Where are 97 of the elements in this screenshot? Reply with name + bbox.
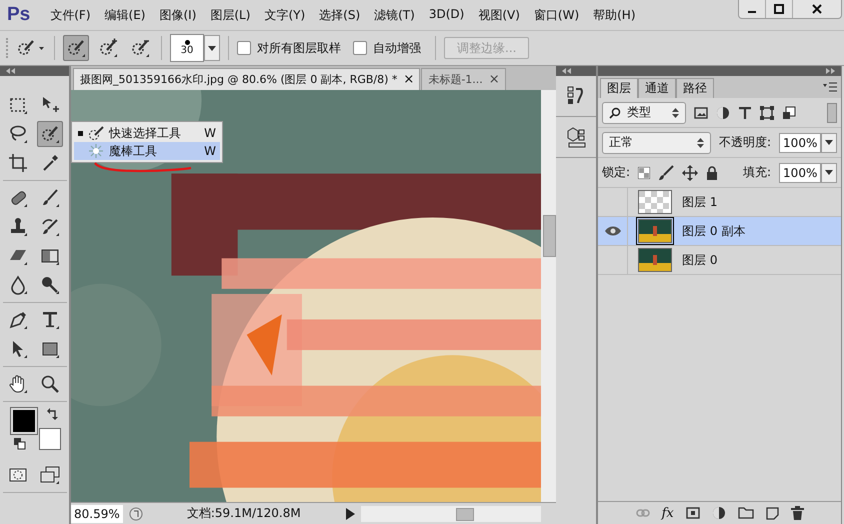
app-logo: Ps	[7, 4, 30, 26]
lock-transparency-icon[interactable]	[638, 166, 650, 178]
document-title: 未标题-1...	[428, 72, 483, 87]
panel-tab[interactable]: 路径	[676, 78, 714, 98]
layer-thumbnail	[638, 190, 672, 214]
vertical-scrollbar[interactable]	[541, 90, 556, 502]
layer-name: 图层 1	[682, 194, 718, 210]
caret-icon	[208, 46, 216, 50]
close-icon	[811, 3, 823, 15]
menu-item[interactable]: 滤镜(T)	[374, 6, 415, 24]
smart-object-filter-icon[interactable]	[782, 106, 796, 120]
search-icon	[609, 106, 621, 118]
adjustment-layer-icon[interactable]	[712, 506, 726, 520]
menu-item[interactable]: 图层(L)	[210, 6, 250, 24]
close-tab-button[interactable]: ×	[488, 72, 500, 87]
fill-field[interactable]: 100%	[779, 162, 822, 182]
background-color-swatch[interactable]	[38, 428, 60, 450]
menu-item-label: 快速选择工具	[109, 124, 182, 142]
scroll-thumb[interactable]	[543, 215, 556, 257]
checkbox[interactable]	[353, 41, 367, 55]
zoom-field[interactable]: 80.59%	[71, 504, 123, 522]
document-title: 摄图网_501359166水印.jpg @ 80.6% (图层 0 副本, RGB/8) *	[80, 72, 398, 87]
panel-tab[interactable]: 通道	[638, 78, 676, 98]
lock-position-icon[interactable]	[682, 164, 698, 180]
layer-row[interactable]: 图层 0	[598, 246, 842, 275]
menu-item[interactable]: 帮助(H)	[593, 6, 636, 24]
menu-item[interactable]: 3D(D)	[428, 6, 464, 24]
maximize-icon	[773, 3, 785, 15]
layer-filter-dropdown[interactable]: 类型	[602, 102, 686, 124]
menu-item[interactable]: 图像(I)	[159, 6, 196, 24]
shortcut-key: W	[204, 126, 216, 140]
new-layer-icon[interactable]	[766, 506, 779, 520]
layer-name: 图层 0 副本	[682, 222, 746, 240]
minimize-icon	[748, 11, 756, 13]
filter-toggle[interactable]	[827, 102, 838, 122]
close-tab-button[interactable]: ×	[403, 72, 414, 87]
trash-icon[interactable]	[790, 506, 804, 520]
dropdown-button[interactable]	[204, 35, 220, 61]
layer-thumbnail	[638, 248, 672, 272]
shortcut-key: W	[204, 144, 216, 158]
brush-size-picker[interactable]: 30	[170, 34, 204, 62]
lock-icon[interactable]	[706, 166, 718, 180]
quick-select-icon	[88, 125, 104, 141]
opacity-field[interactable]: 100%	[779, 132, 822, 152]
lock-pixels-icon[interactable]	[658, 164, 674, 180]
layer-row[interactable]: 图层 0 副本	[598, 217, 842, 246]
play-arrow-icon[interactable]	[344, 508, 355, 520]
flyout-menu-item[interactable]: 快速选择工具 W	[74, 124, 220, 142]
menu-item[interactable]: 视图(V)	[478, 6, 520, 24]
layer-name: 图层 0	[682, 252, 718, 268]
dropdown-button[interactable]	[821, 162, 838, 182]
history-icon[interactable]	[566, 85, 586, 107]
default-colors-icon[interactable]	[14, 438, 26, 450]
panel-menu-icon[interactable]	[823, 82, 838, 92]
3d-cube-icon[interactable]	[566, 126, 586, 148]
menu-item[interactable]: 编辑(E)	[104, 6, 146, 24]
foreground-color-swatch[interactable]	[10, 408, 36, 434]
dropdown-button[interactable]	[821, 132, 838, 152]
menu-item-label: 魔棒工具	[109, 142, 158, 160]
image-filter-icon[interactable]	[694, 106, 708, 120]
document-info: 文档:59.1M/120.8M	[186, 505, 302, 522]
shape-filter-icon[interactable]	[760, 106, 774, 120]
lock-label: 锁定:	[602, 164, 630, 181]
panel-tab[interactable]: 图层	[600, 78, 638, 98]
flyout-menu-item[interactable]: 魔棒工具 W	[74, 142, 220, 160]
checkbox[interactable]	[237, 41, 251, 55]
layer-thumbnail	[638, 219, 672, 243]
caret-icon	[825, 170, 834, 175]
new-selection-button[interactable]	[63, 35, 89, 61]
layer-style-button[interactable]: fx	[662, 506, 674, 520]
scroll-thumb[interactable]	[456, 508, 474, 520]
menu-item[interactable]: 窗口(W)	[534, 6, 580, 24]
checkbox-label: 对所有图层取样	[257, 40, 341, 56]
menu-item[interactable]: 选择(S)	[319, 6, 360, 24]
quick-select-tool-icon[interactable]	[36, 121, 62, 147]
adjustment-filter-icon[interactable]	[716, 106, 730, 120]
fill-label: 填充:	[743, 164, 772, 181]
tool-preset-picker[interactable]	[16, 38, 46, 58]
document-tab[interactable]: 未标题-1... ×	[421, 68, 506, 90]
expand-icon[interactable]	[825, 68, 836, 74]
swap-colors-icon[interactable]	[46, 408, 58, 420]
menu-item[interactable]: 文件(F)	[50, 6, 91, 24]
checkbox-label: 自动增强	[373, 40, 421, 56]
folder-icon[interactable]	[738, 507, 754, 519]
updown-icon	[697, 138, 704, 148]
collapse-icon[interactable]	[562, 68, 572, 74]
blend-mode-dropdown[interactable]: 正常	[602, 132, 711, 154]
document-tab[interactable]: 摄图网_501359166水印.jpg @ 80.6% (图层 0 副本, RGB/8) * ×	[73, 68, 420, 90]
opacity-label: 不透明度:	[719, 134, 772, 151]
updown-icon	[672, 108, 679, 118]
type-filter-icon[interactable]	[738, 106, 752, 120]
collapse-icon[interactable]	[6, 68, 16, 74]
magic-wand-icon	[88, 143, 104, 159]
mask-icon[interactable]	[686, 507, 700, 519]
menu-item[interactable]: 文字(Y)	[264, 6, 306, 24]
horizontal-scrollbar[interactable]	[360, 506, 541, 522]
caret-icon	[825, 140, 834, 145]
